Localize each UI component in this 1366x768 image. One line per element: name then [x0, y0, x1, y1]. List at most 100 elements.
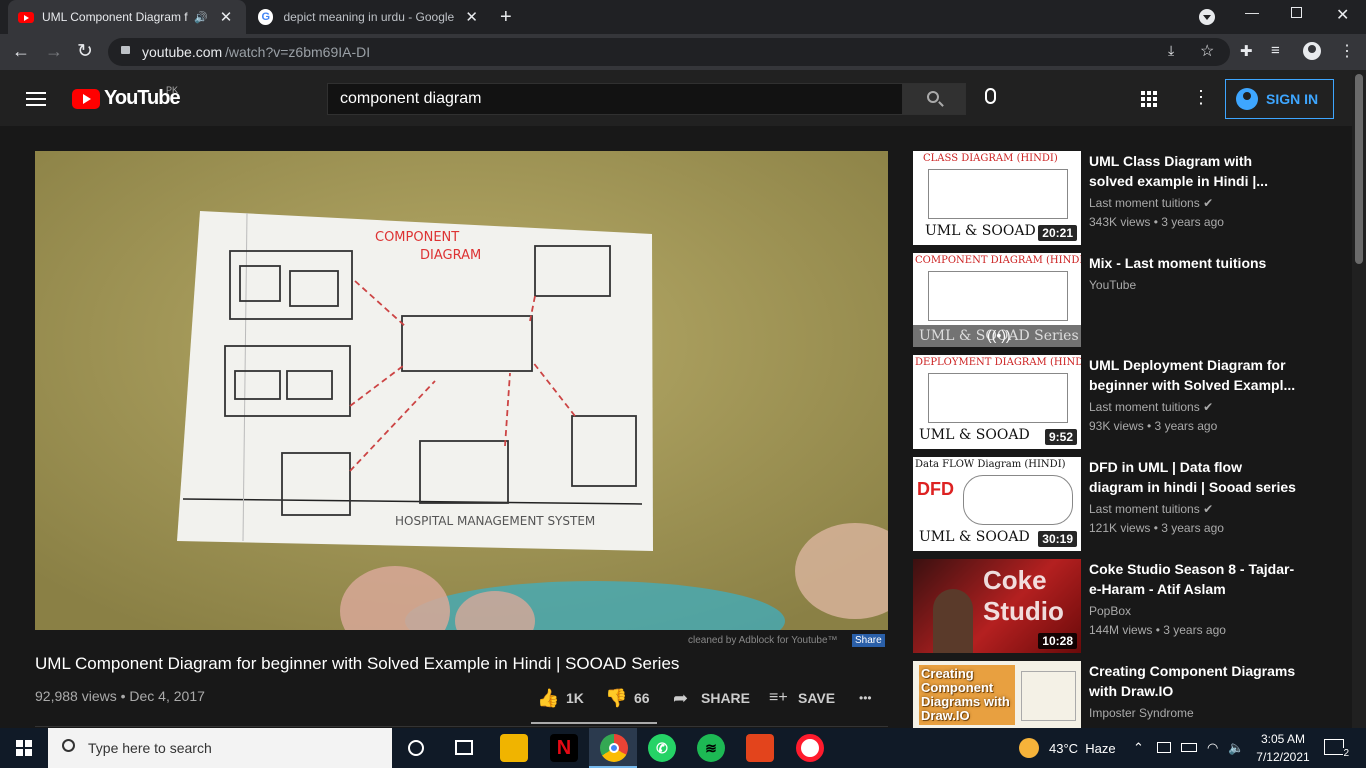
tab-search-icon[interactable] [1199, 9, 1215, 25]
reload-icon[interactable]: ↻ [77, 40, 93, 63]
scrollbar-thumb[interactable] [1355, 74, 1363, 264]
weather-text[interactable]: 43°C Haze [1049, 741, 1116, 756]
close-tab-icon[interactable]: ✕ [220, 8, 233, 26]
settings-menu-icon[interactable]: ⋮ [1192, 87, 1210, 108]
taskbar-search-placeholder: Type here to search [88, 740, 212, 756]
frame-heading-2: DIAGRAM [420, 248, 481, 263]
office-icon[interactable] [746, 734, 774, 762]
spotify-icon[interactable]: ≋ [697, 734, 725, 762]
region-code: PK [166, 85, 179, 95]
rec-channel[interactable]: Last moment tuitions ✔ [1089, 196, 1213, 210]
recommendation-item[interactable]: CLASS DIAGRAM (HINDI) UML & SOOAD 20:21 … [913, 151, 1313, 245]
profile-icon[interactable] [1303, 42, 1321, 60]
chrome-menu-icon[interactable]: ⋮ [1339, 41, 1355, 61]
video-thumbnail[interactable]: COMPONENT DIAGRAM (HINDI) UML & SOOAD Se… [913, 253, 1081, 347]
address-bar[interactable]: youtube.com /watch?v=z6bm69IA-DI ⤓ ☆ [108, 38, 1230, 66]
search-input[interactable]: component diagram [327, 83, 903, 115]
hamburger-menu-icon[interactable] [26, 92, 46, 106]
rec-channel[interactable]: PopBox [1089, 604, 1131, 618]
like-count[interactable]: 1K [566, 690, 584, 706]
rec-channel[interactable]: YouTube [1089, 278, 1136, 292]
apps-grid-icon[interactable] [1141, 91, 1157, 107]
windows-start-icon[interactable] [16, 740, 32, 756]
file-explorer-icon[interactable] [500, 734, 528, 762]
install-app-icon[interactable]: ⤓ [1168, 42, 1174, 59]
video-thumbnail[interactable]: Coke Studio 10:28 [913, 559, 1081, 653]
cortana-icon[interactable] [408, 740, 424, 756]
media-control-icon[interactable]: ≡ [1271, 42, 1280, 59]
restore-icon[interactable] [1291, 7, 1302, 18]
new-tab-icon[interactable]: + [500, 6, 512, 29]
rec-meta: 93K views • 3 years ago [1089, 419, 1218, 433]
thumb-footer: UML & SOOAD [919, 427, 1030, 443]
close-tab-icon[interactable]: ✕ [465, 8, 478, 26]
rec-title[interactable]: Creating Component Diagrams with Draw.IO [1089, 661, 1299, 701]
share-badge[interactable]: Share [852, 634, 885, 647]
tab-strip: UML Component Diagram fo 🔊 ✕ G depict me… [0, 0, 1366, 34]
rec-title[interactable]: UML Deployment Diagram for beginner with… [1089, 355, 1299, 395]
video-frame: COMPONENT DIAGRAM HOSPITAL MANAGEMENT SY… [35, 151, 888, 630]
tab-youtube[interactable]: UML Component Diagram fo 🔊 ✕ [8, 0, 246, 34]
thumb-singer [933, 589, 973, 653]
whatsapp-icon[interactable]: ✆ [648, 734, 676, 762]
rec-title[interactable]: UML Class Diagram with solved example in… [1089, 151, 1299, 191]
notification-center-icon[interactable]: 2 [1324, 739, 1349, 759]
network-icon[interactable] [1157, 742, 1171, 753]
voice-search-icon[interactable] [985, 88, 996, 104]
search-button[interactable] [902, 83, 966, 115]
notification-count: 2 [1343, 748, 1349, 759]
save-playlist-icon[interactable]: ≡+ [769, 689, 788, 707]
video-thumbnail[interactable]: Creating Component Diagrams with Draw.IO [913, 661, 1081, 728]
video-thumbnail[interactable]: DEPLOYMENT DIAGRAM (HINDI) UML & SOOAD 9… [913, 355, 1081, 449]
video-thumbnail[interactable]: CLASS DIAGRAM (HINDI) UML & SOOAD 20:21 [913, 151, 1081, 245]
more-actions-button[interactable]: ••• [859, 691, 872, 705]
opera-icon[interactable] [796, 734, 824, 762]
youtube-logo-icon[interactable] [72, 89, 100, 109]
bookmark-star-icon[interactable]: ☆ [1200, 41, 1214, 61]
clock-date[interactable]: 7/12/2021 [1252, 750, 1314, 764]
thumb-heading: Coke Studio [983, 565, 1064, 626]
like-icon[interactable]: 👍 [537, 688, 559, 709]
taskbar-search-input[interactable]: Type here to search [48, 728, 392, 768]
sign-in-label: SIGN IN [1266, 91, 1319, 107]
rec-channel[interactable]: Last moment tuitions ✔ [1089, 502, 1213, 516]
rec-title[interactable]: Coke Studio Season 8 - Tajdar-e-Haram - … [1089, 559, 1299, 599]
recommendation-item[interactable]: Coke Studio 10:28 Coke Studio Season 8 -… [913, 559, 1313, 653]
tab-google[interactable]: G depict meaning in urdu - Google ✕ [248, 0, 488, 34]
share-button[interactable]: SHARE [701, 690, 750, 706]
save-button[interactable]: SAVE [798, 690, 835, 706]
forward-icon[interactable]: → [45, 41, 63, 62]
mix-radio-icon: ((•)) [987, 327, 1011, 343]
rec-title[interactable]: Mix - Last moment tuitions [1089, 253, 1299, 273]
weather-icon[interactable] [1019, 738, 1039, 758]
video-thumbnail[interactable]: Data FLOW Diagram (HINDI) DFD UML & SOOA… [913, 457, 1081, 551]
minimize-icon[interactable]: — [1245, 4, 1259, 20]
volume-icon[interactable]: 🔈 [1228, 740, 1244, 756]
back-icon[interactable]: ← [12, 41, 30, 62]
recommendation-item[interactable]: Creating Component Diagrams with Draw.IO… [913, 661, 1313, 728]
rec-channel[interactable]: Imposter Syndrome [1089, 706, 1194, 720]
rec-title[interactable]: DFD in UML | Data flow diagram in hindi … [1089, 457, 1299, 497]
lock-icon[interactable] [121, 46, 130, 54]
share-icon[interactable]: ➦ [673, 688, 688, 709]
netflix-icon[interactable]: N [550, 734, 578, 762]
recommendation-item[interactable]: Data FLOW Diagram (HINDI) DFD UML & SOOA… [913, 457, 1313, 551]
recommendation-item[interactable]: DEPLOYMENT DIAGRAM (HINDI) UML & SOOAD 9… [913, 355, 1313, 449]
dislike-icon[interactable]: 👎 [605, 688, 627, 709]
sign-in-button[interactable]: SIGN IN [1225, 79, 1334, 119]
clock-time[interactable]: 3:05 AM [1255, 732, 1311, 746]
show-hidden-icons[interactable]: ⌃ [1133, 740, 1144, 756]
tab-title: UML Component Diagram fo [42, 10, 188, 24]
wifi-icon[interactable]: ◠ [1207, 740, 1218, 756]
video-player[interactable]: COMPONENT DIAGRAM HOSPITAL MANAGEMENT SY… [35, 151, 888, 630]
dislike-count[interactable]: 66 [634, 690, 650, 706]
chrome-app-icon[interactable] [600, 734, 628, 762]
thumb-dfd-label: DFD [917, 479, 954, 499]
task-view-icon[interactable] [455, 740, 473, 755]
audio-playing-icon[interactable]: 🔊 [194, 11, 208, 24]
battery-icon[interactable] [1181, 743, 1197, 752]
close-window-icon[interactable]: ✕ [1336, 5, 1349, 25]
rec-channel[interactable]: Last moment tuitions ✔ [1089, 400, 1213, 414]
extensions-icon[interactable]: ✚ [1240, 42, 1253, 60]
recommendation-item[interactable]: COMPONENT DIAGRAM (HINDI) UML & SOOAD Se… [913, 253, 1313, 347]
